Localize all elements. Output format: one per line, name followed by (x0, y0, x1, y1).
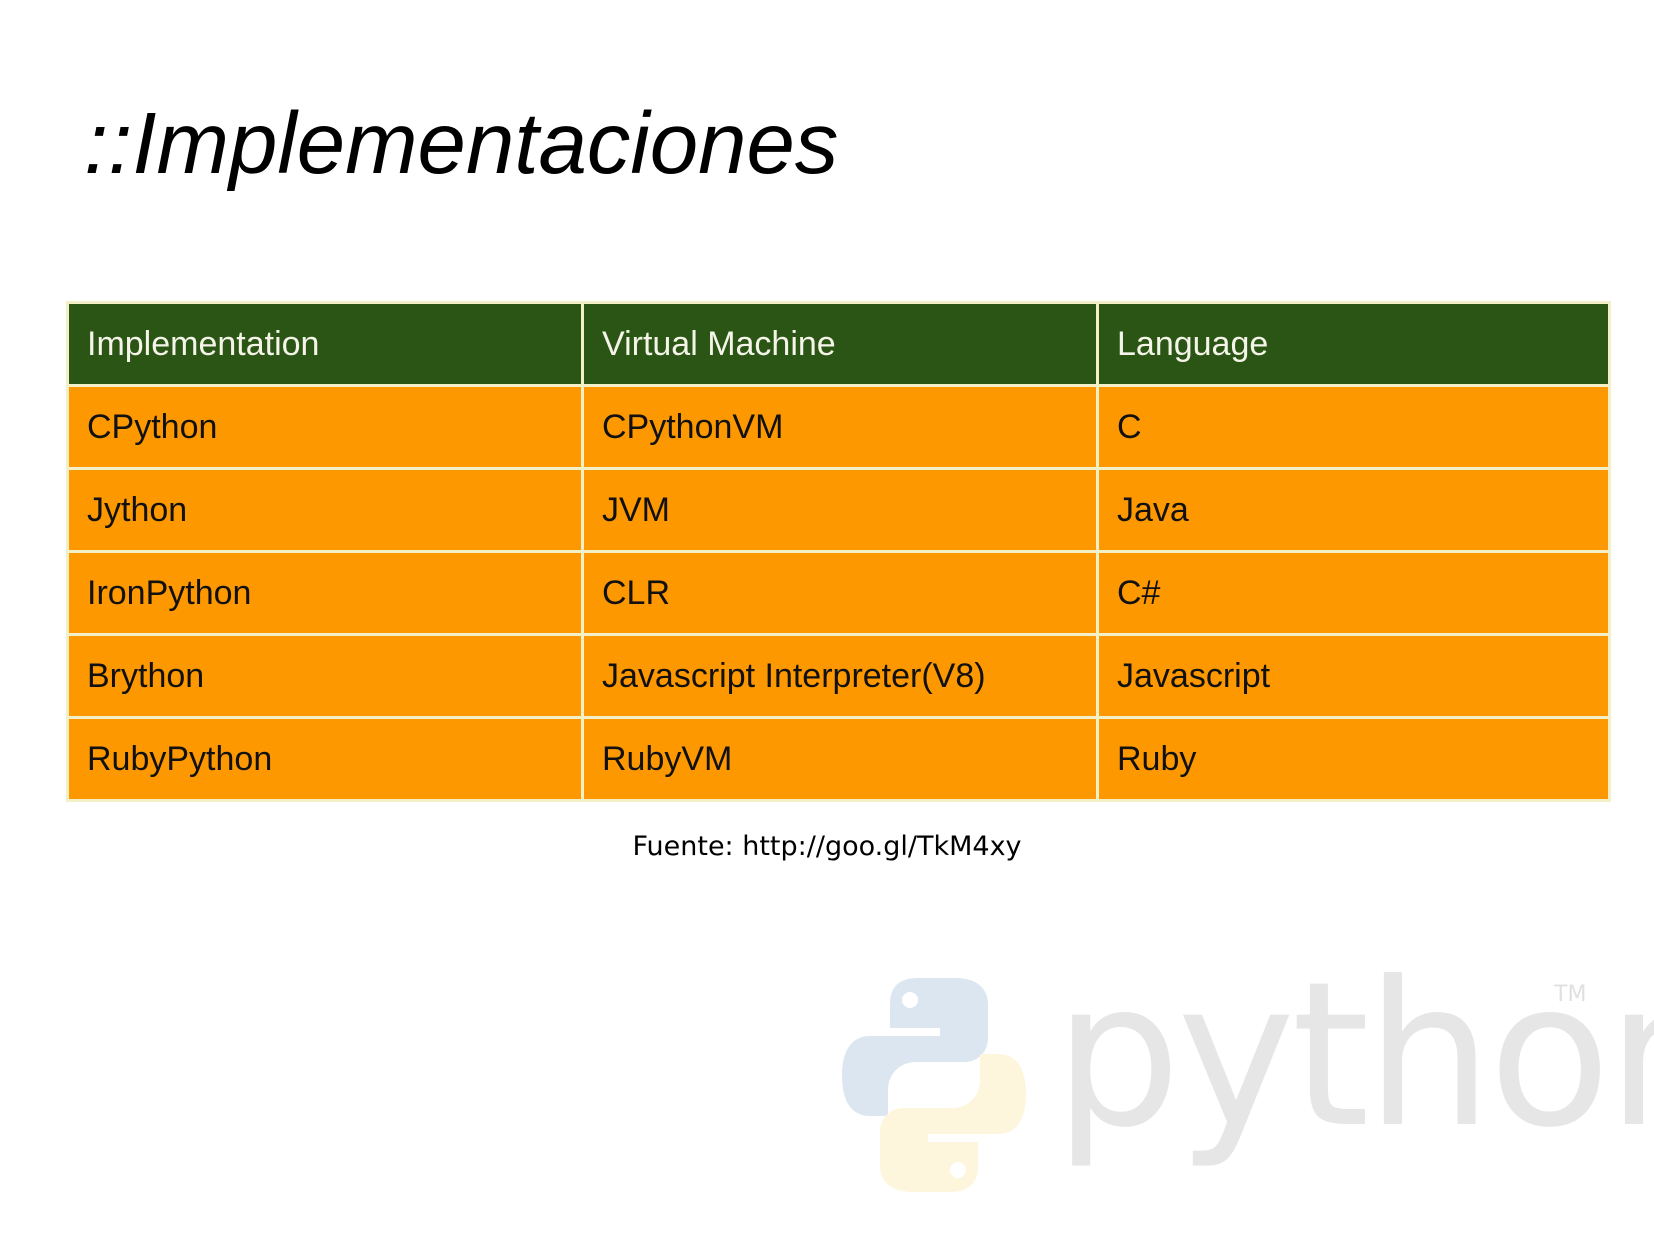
cell-language: Java (1096, 467, 1611, 553)
table-row: IronPython CLR C# (66, 550, 1611, 636)
cell-implementation: IronPython (66, 550, 584, 636)
cell-language: C (1096, 384, 1611, 470)
cell-virtual-machine: RubyVM (581, 716, 1099, 802)
cell-implementation: CPython (66, 384, 584, 470)
cell-language: Javascript (1096, 633, 1611, 719)
cell-virtual-machine: CPythonVM (581, 384, 1099, 470)
trademark-mark: TM (1554, 982, 1587, 1007)
cell-virtual-machine: JVM (581, 467, 1099, 553)
cell-language: C# (1096, 550, 1611, 636)
table-row: CPython CPythonVM C (66, 384, 1611, 470)
column-header-implementation: Implementation (66, 301, 584, 387)
table-row: Jython JVM Java (66, 467, 1611, 553)
python-logo: python TM (840, 956, 1654, 1200)
cell-implementation: RubyPython (66, 716, 584, 802)
python-snakes-icon (842, 978, 1026, 1192)
cell-implementation: Brython (66, 633, 584, 719)
column-header-virtual-machine: Virtual Machine (581, 301, 1099, 387)
cell-virtual-machine: CLR (581, 550, 1099, 636)
cell-virtual-machine: Javascript Interpreter(V8) (581, 633, 1099, 719)
table-row: RubyPython RubyVM Ruby (66, 716, 1611, 802)
table-row: Brython Javascript Interpreter(V8) Javas… (66, 633, 1611, 719)
slide-title: ::Implementaciones (84, 95, 839, 192)
table-header-row: Implementation Virtual Machine Language (66, 301, 1611, 387)
implementations-table: Implementation Virtual Machine Language … (66, 301, 1611, 802)
source-caption: Fuente: http://goo.gl/TkM4xy (632, 831, 1022, 862)
column-header-language: Language (1096, 301, 1611, 387)
cell-language: Ruby (1096, 716, 1611, 802)
cell-implementation: Jython (66, 467, 584, 553)
